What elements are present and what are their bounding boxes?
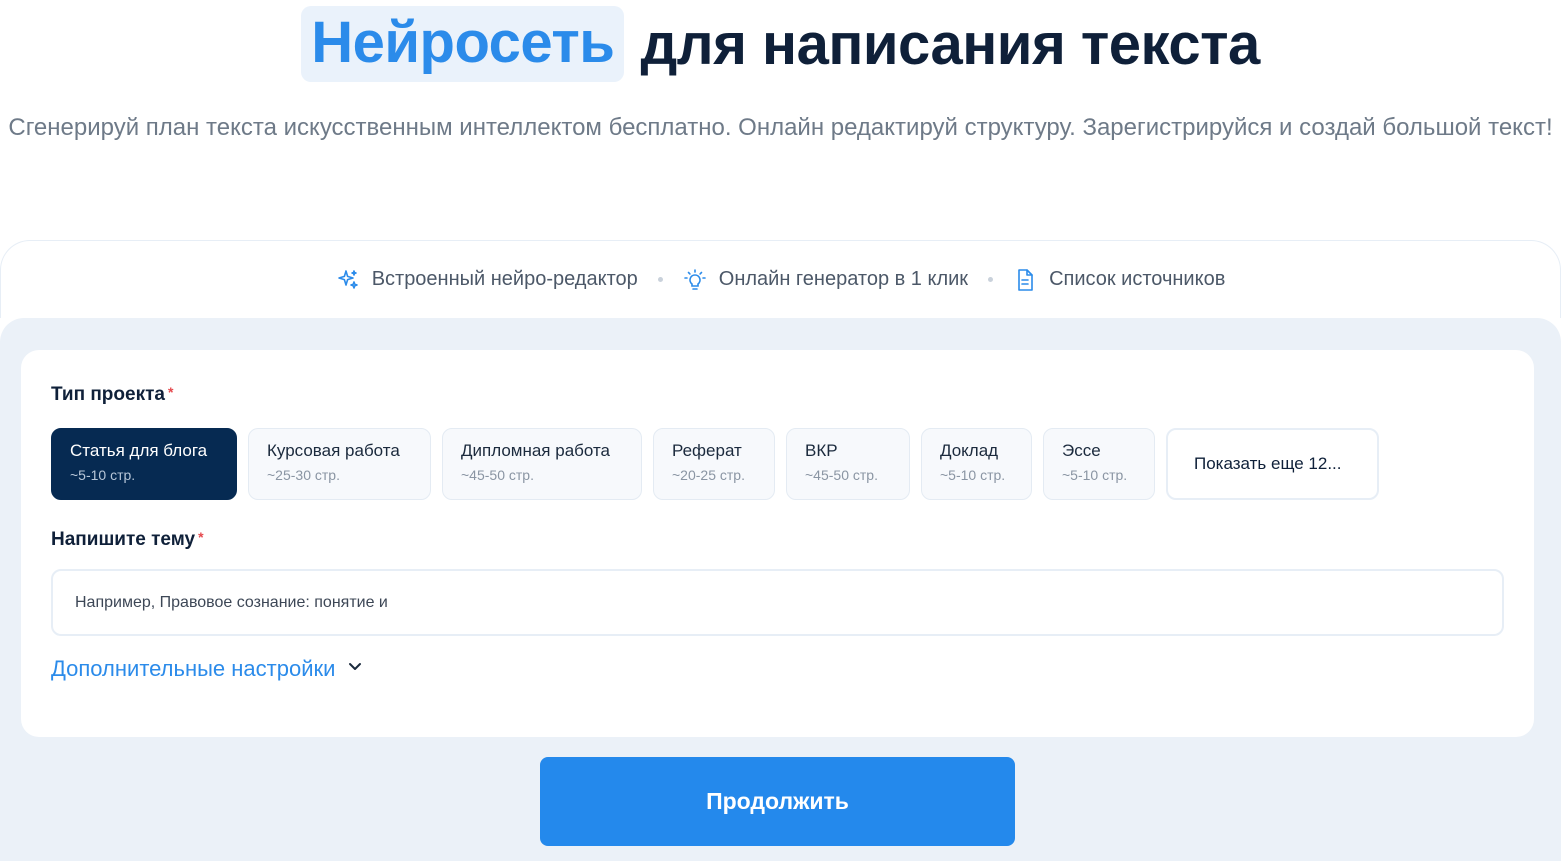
show-more-label: Показать еще 12... [1194, 454, 1342, 473]
chevron-down-icon [345, 656, 365, 682]
required-mark: * [167, 384, 174, 400]
title-highlight: Нейросеть [301, 6, 625, 82]
feature-one-click: Онлайн генератор в 1 клик [683, 268, 968, 292]
continue-button[interactable]: Продолжить [540, 757, 1015, 846]
project-type-label-text: Тип проекта [51, 384, 165, 405]
advanced-settings-toggle[interactable]: Дополнительные настройки [51, 656, 365, 682]
chip-title: Доклад [940, 441, 999, 460]
chip-title: Курсовая работа [267, 441, 400, 460]
separator-dot [657, 277, 663, 282]
advanced-settings-label: Дополнительные настройки [51, 656, 336, 681]
feature-label: Список источников [1049, 268, 1226, 290]
project-type-label: Тип проекта * [51, 384, 173, 406]
project-type-coursework[interactable]: Курсовая работа ~25-30 стр. [248, 428, 431, 500]
topic-label-text: Напишите тему [51, 529, 196, 550]
chip-title: Эссе [1062, 441, 1101, 460]
chip-title: Реферат [672, 441, 742, 460]
project-type-blog-article[interactable]: Статья для блога ~5-10 стр. [51, 428, 237, 500]
project-type-options: Статья для блога ~5-10 стр. Курсовая раб… [51, 428, 1379, 500]
lightbulb-icon [683, 268, 707, 292]
chip-pages: ~5-10 стр. [70, 467, 136, 483]
separator-dot [988, 277, 994, 282]
topic-input[interactable] [51, 569, 1504, 636]
feature-sources: Список источников [1013, 268, 1225, 292]
chip-pages: ~45-50 стр. [461, 467, 534, 483]
required-mark: * [198, 529, 204, 545]
project-type-abstract[interactable]: Реферат ~20-25 стр. [653, 428, 775, 500]
project-type-essay[interactable]: Эссе ~5-10 стр. [1043, 428, 1155, 500]
features-bar: Встроенный нейро-редактор Онлайн генерат… [0, 240, 1561, 318]
project-type-report[interactable]: Доклад ~5-10 стр. [921, 428, 1032, 500]
chip-pages: ~5-10 стр. [940, 467, 1006, 483]
project-type-vkr[interactable]: ВКР ~45-50 стр. [786, 428, 910, 500]
page-title: Нейросеть для написания текста [0, 0, 1561, 88]
chip-title: Статья для блога [70, 441, 208, 460]
sparkles-icon [336, 268, 360, 292]
chip-pages: ~45-50 стр. [805, 467, 878, 483]
chip-title: Дипломная работа [461, 441, 611, 460]
feature-label: Встроенный нейро-редактор [371, 268, 638, 290]
feature-label: Онлайн генератор в 1 клик [718, 268, 969, 290]
project-type-diploma[interactable]: Дипломная работа ~45-50 стр. [442, 428, 642, 500]
document-icon [1013, 268, 1037, 292]
chip-title: ВКР [805, 441, 838, 460]
topic-label: Напишите тему * [51, 529, 204, 551]
title-rest: для написания текста [640, 11, 1260, 77]
page-subtitle: Сгенерируй план текста искусственным инт… [8, 114, 1553, 141]
chip-pages: ~25-30 стр. [267, 467, 340, 483]
show-more-types-button[interactable]: Показать еще 12... [1166, 428, 1379, 500]
chip-pages: ~5-10 стр. [1062, 467, 1128, 483]
chip-pages: ~20-25 стр. [672, 467, 745, 483]
feature-neuro-editor: Встроенный нейро-редактор [336, 268, 638, 292]
